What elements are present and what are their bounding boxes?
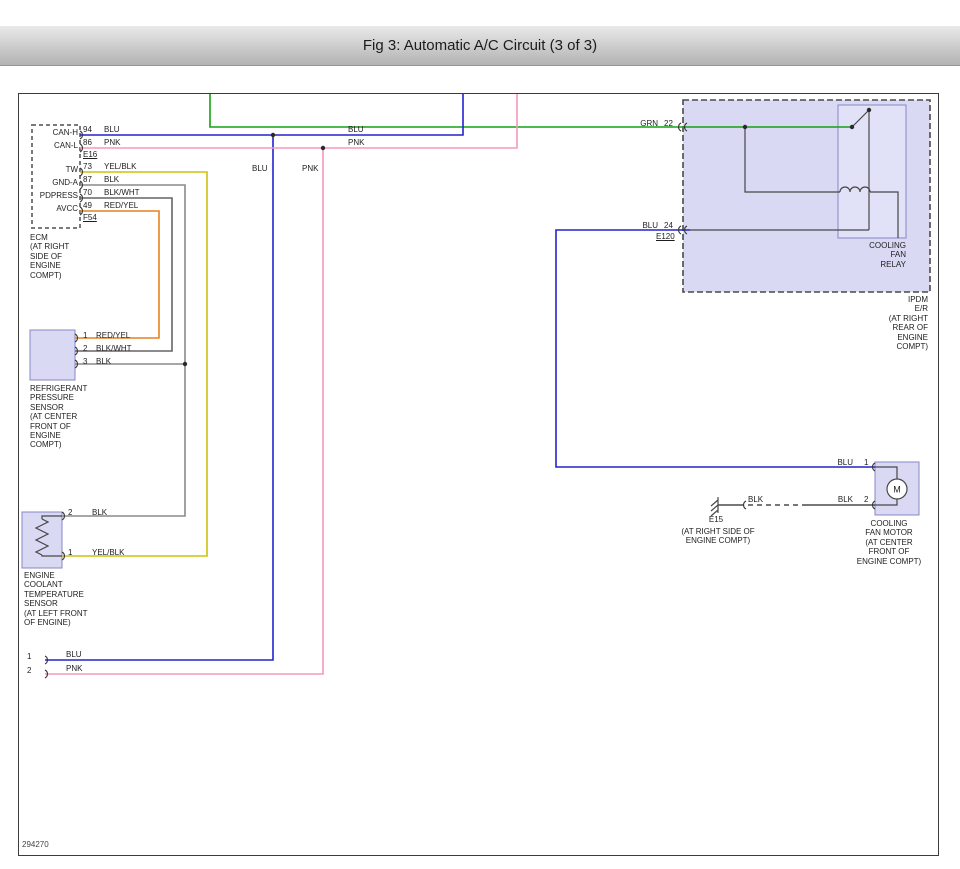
ipdm-pin-number: 24 [664, 221, 673, 231]
ipdm-pin-number: 22 [664, 119, 673, 129]
sensor-pin-number: 1 [68, 548, 72, 558]
ecm-pin-name: PDPRESS [34, 191, 78, 201]
figure-title: Fig 3: Automatic A/C Circuit (3 of 3) [363, 37, 597, 54]
ecm-pin-number: 86 [83, 138, 92, 148]
ecm-pin-name: TW [34, 165, 78, 175]
ect-sensor-caption: ENGINE COOLANT TEMPERATURE SENSOR (AT LE… [24, 571, 104, 627]
wire-color-label: RED/YEL [96, 331, 130, 341]
sensor-pin-number: 3 [83, 357, 87, 367]
ecm-pin-number: 87 [83, 175, 92, 185]
wire-color-label: BLU [348, 125, 364, 135]
motor-letter: M [893, 485, 901, 495]
wire-color-label: BLK/WHT [96, 344, 132, 354]
motor-pin-number: 2 [864, 495, 868, 505]
wire-color-label: PNK [302, 164, 318, 174]
ecm-pin-number: 73 [83, 162, 92, 172]
wire-color-label: PNK [348, 138, 364, 148]
bottom-pin-number: 2 [27, 666, 31, 676]
ecm-caption: ECM (AT RIGHT SIDE OF ENGINE COMPT) [30, 233, 92, 280]
figure-code: 294270 [22, 840, 49, 849]
wire-color-label: BLU [66, 650, 82, 660]
wire-color-label: BLK [92, 508, 107, 518]
wire-color-label: YEL/BLK [92, 548, 124, 558]
wire-color-label: BLK [96, 357, 111, 367]
wire-color-label: BLK/WHT [104, 188, 140, 198]
wire-color-label: RED/YEL [104, 201, 138, 211]
relay-caption: COOLING FAN RELAY [836, 241, 906, 269]
cooling-fan-relay-box [838, 105, 906, 238]
wire-color-label: BLU [831, 458, 853, 468]
wire-color-label: BLK [748, 495, 763, 505]
ground-caption: (AT RIGHT SIDE OF ENGINE COMPT) [666, 527, 770, 546]
sensor-pin-number: 1 [83, 331, 87, 341]
ecm-connector-label: F54 [83, 213, 97, 223]
wire-color-label: YEL/BLK [104, 162, 136, 172]
refrigerant-pressure-sensor-box [30, 330, 75, 380]
sensor-pin-number: 2 [68, 508, 72, 518]
ipdm-connector-label: E120 [656, 232, 675, 242]
wire-color-label: BLU [104, 125, 120, 135]
ecm-pin-name: CAN-H [34, 128, 78, 138]
ecm-pin-name: GND-A [34, 178, 78, 188]
ecm-pin-number: 70 [83, 188, 92, 198]
figure-title-bar: Fig 3: Automatic A/C Circuit (3 of 3) [0, 26, 960, 66]
wire-color-label: BLK [831, 495, 853, 505]
ect-sensor-box [22, 512, 62, 568]
ecm-pin-number: 49 [83, 201, 92, 211]
refrigerant-sensor-caption: REFRIGERANT PRESSURE SENSOR (AT CENTER F… [30, 384, 102, 450]
ecm-pin-name: AVCC [34, 204, 78, 214]
ground-label: E15 [704, 515, 728, 525]
sensor-pin-number: 2 [83, 344, 87, 354]
ecm-pin-name: CAN-L [34, 141, 78, 151]
wiring-diagram-canvas: M [0, 0, 960, 869]
wire-color-label: PNK [66, 664, 82, 674]
ecm-pin-number: 94 [83, 125, 92, 135]
wire-color-label: PNK [104, 138, 120, 148]
fan-motor-caption: COOLING FAN MOTOR (AT CENTER FRONT OF EN… [845, 519, 933, 566]
motor-pin-number: 1 [864, 458, 868, 468]
wire-color-label: BLK [104, 175, 119, 185]
bottom-pin-number: 1 [27, 652, 31, 662]
ecm-connector-label: E16 [83, 150, 97, 160]
ipdm-caption: IPDM E/R (AT RIGHT REAR OF ENGINE COMPT) [846, 295, 928, 351]
wire-color-label: BLU [252, 164, 268, 174]
wire-color-label: BLU [628, 221, 658, 231]
wire-color-label: GRN [628, 119, 658, 129]
